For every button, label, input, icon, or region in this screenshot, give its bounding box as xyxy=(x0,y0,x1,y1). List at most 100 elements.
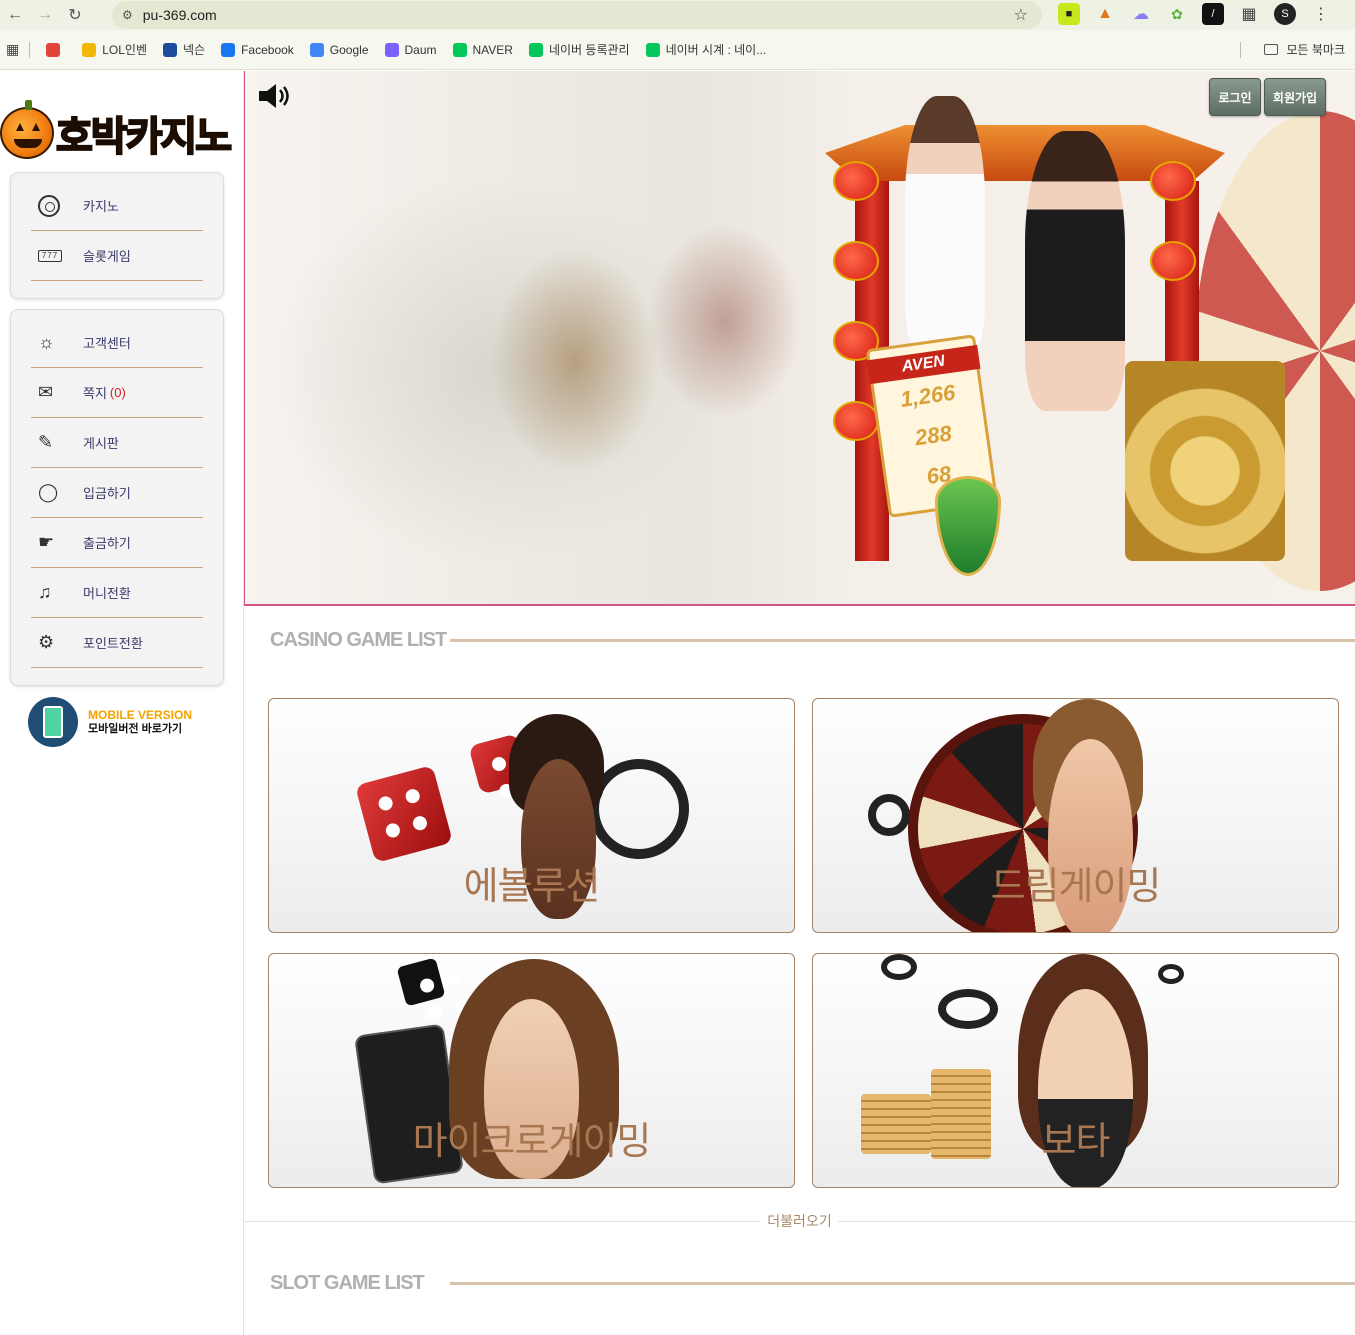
sidebar-item-board[interactable]: ✎ 게시판 xyxy=(31,418,203,468)
inven-icon xyxy=(82,42,97,57)
signup-button[interactable]: 회원가입 xyxy=(1264,78,1326,116)
load-more-button[interactable]: 더불러오기 xyxy=(761,1211,837,1231)
sidebar-item-casino[interactable]: 카지노 xyxy=(31,181,203,231)
extension-terminal-icon[interactable]: / xyxy=(1202,3,1224,25)
google-icon xyxy=(309,42,324,57)
mobile-title: MOBILE VERSION xyxy=(88,708,193,722)
extensions-puzzle-icon[interactable]: ▦ xyxy=(1238,3,1260,25)
sidebar-item-label: 출금하기 xyxy=(83,536,131,551)
vault-decoration xyxy=(1125,361,1285,561)
menu-kebab-icon[interactable]: ⋮ xyxy=(1310,3,1332,25)
login-button[interactable]: 로그인 xyxy=(1209,78,1261,116)
profile-avatar[interactable]: S xyxy=(1274,3,1296,25)
bookmark-item[interactable] xyxy=(46,42,66,57)
money-bag-icon: ◯ xyxy=(38,482,59,502)
divider-line xyxy=(244,1220,762,1222)
bookmark-label: Facebook xyxy=(241,42,294,57)
extension-green-icon[interactable]: ■ xyxy=(1058,3,1080,25)
facebook-icon xyxy=(221,42,236,57)
sidebar-item-support[interactable]: ☼ 고객센터 xyxy=(31,318,203,368)
sidebar-item-money-exchange[interactable]: ♫ 머니전환 xyxy=(31,568,203,618)
divider-line xyxy=(837,1220,1355,1222)
folder-icon xyxy=(1264,44,1279,55)
game-title: 드림게이밍 xyxy=(990,864,1162,908)
hand-money-icon: ☛ xyxy=(38,532,55,552)
bookmark-item[interactable]: 넥슨 xyxy=(163,41,205,58)
bookmarks-divider xyxy=(1240,42,1241,58)
monitor-icon xyxy=(528,42,543,57)
slot-section-header: SLOT GAME LIST xyxy=(270,1272,1355,1295)
bookmark-label: Google xyxy=(329,42,369,57)
sidebar-item-label: 쪽지 xyxy=(83,386,107,401)
lantern-decoration xyxy=(1150,241,1196,281)
game-title: 마이크로게이밍 xyxy=(412,1119,652,1163)
game-menu: 카지노 777 슬롯게임 xyxy=(10,172,224,299)
browser-toolbar: ← → ↻ ⚙ pu-369.com ☆ ■ ▲ ☁ ✿ / ▦ S ⋮ xyxy=(0,0,1355,30)
section-title: CASINO GAME LIST xyxy=(270,629,447,651)
bookmark-star-icon[interactable]: ☆ xyxy=(1014,5,1028,25)
all-bookmarks-label: 모든 북마크 xyxy=(1286,43,1345,57)
nexon-icon xyxy=(163,42,177,57)
bookmark-label: NAVER xyxy=(472,42,513,57)
daum-icon xyxy=(384,42,399,57)
extensions-bar: ■ ▲ ☁ ✿ / ▦ S ⋮ xyxy=(1058,3,1332,25)
model-figure xyxy=(905,96,985,356)
bookmark-item[interactable]: 네이버 등록관리 xyxy=(528,41,630,58)
sidebar-item-label: 고객센터 xyxy=(83,336,131,351)
all-bookmarks-folder[interactable]: 모든 북마크 xyxy=(1264,41,1345,58)
bookmark-label: LOL인벤 xyxy=(102,43,147,57)
site-logo[interactable]: 호박카지노 xyxy=(0,100,240,165)
bookmark-item[interactable]: LOL인벤 xyxy=(82,41,147,58)
naver-icon xyxy=(645,42,660,57)
bookmark-item[interactable]: 네이버 시계 : 네이... xyxy=(645,41,766,58)
load-more: 더불러오기 xyxy=(244,1213,1355,1229)
extension-leaf-icon[interactable]: ✿ xyxy=(1166,3,1188,25)
sidebar-item-label: 게시판 xyxy=(83,436,119,451)
bookmarks-bar: ▦ LOL인벤 넥슨 Facebook Google Daum NAVER 네이버 등록관리… xyxy=(0,30,1355,70)
game-card-evolution[interactable]: 에볼루션 xyxy=(268,698,795,933)
sidebar-item-point-exchange[interactable]: ⚙ 포인트전환 xyxy=(31,618,203,668)
model-figure xyxy=(1025,131,1125,411)
game-card-dream-gaming[interactable]: 드림게이밍 xyxy=(812,698,1339,933)
pencil-icon: ✎ xyxy=(38,432,54,452)
sidebar-item-withdraw[interactable]: ☛ 출금하기 xyxy=(31,518,203,568)
sidebar-item-slot[interactable]: 777 슬롯게임 xyxy=(31,231,203,281)
bookmark-list: LOL인벤 넥슨 Facebook Google Daum NAVER 네이버 등록관리 네이… xyxy=(30,41,766,58)
sidebar-item-label: 머니전환 xyxy=(83,586,131,601)
lantern-decoration xyxy=(1150,161,1196,201)
reload-icon[interactable]: ↻ xyxy=(60,0,90,30)
address-bar[interactable]: ⚙ pu-369.com ☆ xyxy=(112,1,1042,29)
naver-icon xyxy=(452,42,467,57)
zigzag-icon xyxy=(46,42,61,57)
sidebar-item-messages[interactable]: ✉ 쪽지 (0) xyxy=(31,368,203,418)
chip-decoration xyxy=(589,759,689,859)
speaker-icon[interactable] xyxy=(258,83,294,109)
bookmark-item[interactable]: Daum xyxy=(384,42,437,57)
lantern-decoration xyxy=(833,161,879,201)
casino-section-header: CASINO GAME LIST xyxy=(270,629,1355,652)
game-title: 보타 xyxy=(1041,1119,1111,1163)
mobile-phone-icon xyxy=(28,697,78,747)
mobile-subtitle: 모바일버전 바로가기 xyxy=(88,723,183,735)
game-title: 에볼루션 xyxy=(463,864,601,908)
game-card-microgaming[interactable]: 마이크로게이밍 xyxy=(268,953,795,1188)
back-icon[interactable]: ← xyxy=(0,0,30,30)
extension-cloud-icon[interactable]: ☁ xyxy=(1130,3,1152,25)
mobile-version-link[interactable]: MOBILE VERSION 모바일버전 바로가기 xyxy=(28,697,192,747)
url-text: pu-369.com xyxy=(142,7,217,23)
bookmark-label: Daum xyxy=(404,42,437,57)
sidebar-item-deposit[interactable]: ◯ 입금하기 xyxy=(31,468,203,518)
apps-grid-icon[interactable]: ▦ xyxy=(6,41,19,58)
sidebar-item-label: 카지노 xyxy=(83,199,119,214)
bookmark-item[interactable]: Facebook xyxy=(221,42,294,57)
site-settings-icon[interactable]: ⚙ xyxy=(122,8,133,22)
extension-fox-icon[interactable]: ▲ xyxy=(1094,3,1116,25)
lantern-decoration xyxy=(833,401,879,441)
bookmark-label: 네이버 등록관리 xyxy=(548,43,630,57)
game-card-bota[interactable]: 보타 xyxy=(812,953,1339,1188)
forward-icon[interactable]: → xyxy=(30,0,60,30)
sidebar-item-label: 포인트전환 xyxy=(83,636,143,651)
bookmark-item[interactable]: NAVER xyxy=(452,42,513,57)
dice-decoration xyxy=(396,957,446,1007)
bookmark-item[interactable]: Google xyxy=(309,42,369,57)
